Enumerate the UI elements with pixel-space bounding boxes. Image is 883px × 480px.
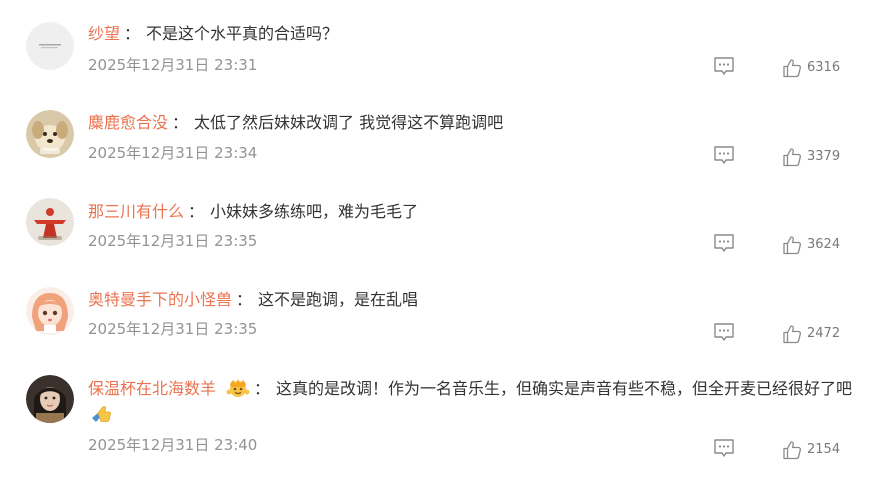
woman-photo-avatar-icon	[26, 375, 74, 423]
like-button[interactable]: 3624	[782, 234, 840, 256]
thumbs-up-icon	[783, 325, 802, 344]
thumbs-up-emoji-icon	[90, 404, 112, 426]
comment-icon	[714, 57, 734, 75]
reply-button[interactable]	[713, 232, 735, 254]
comment-body: 这真的是改调！作为一名音乐生，但确实是声音有些不稳，但全开麦已经很好了吧	[276, 379, 853, 398]
avatar[interactable]	[26, 110, 74, 158]
like-button[interactable]: 6316	[782, 57, 840, 79]
separator: ：	[254, 379, 271, 398]
comment-text-line: 奥特曼手下的小怪兽： 这不是跑调，是在乱唱	[88, 286, 863, 313]
comment-icon	[714, 146, 734, 164]
comment-body: 这不是跑调，是在乱唱	[258, 290, 419, 309]
like-count: 2472	[807, 326, 841, 341]
username-link[interactable]: 纱望	[88, 24, 120, 43]
comment-icon	[714, 234, 734, 252]
red-figure-avatar-icon	[26, 198, 74, 246]
comment-timestamp: 2025年12月31日 23:31	[88, 56, 258, 74]
comment-text-line: 麋鹿愈合没： 太低了然后妹妹改调了 我觉得这不算跑调吧	[88, 109, 863, 136]
username-link[interactable]: 麋鹿愈合没	[88, 113, 168, 132]
dog-avatar-icon	[26, 110, 74, 158]
comment-body: 小妹妹多练练吧，难为毛毛了	[210, 202, 419, 221]
like-count: 2154	[807, 442, 841, 457]
avatar[interactable]	[26, 198, 74, 246]
reply-button[interactable]	[713, 55, 735, 77]
username-link[interactable]: 那三川有什么	[88, 202, 184, 221]
like-button[interactable]: 3379	[782, 146, 840, 168]
username-link[interactable]: 保温杯在北海数羊	[88, 379, 216, 398]
username-link[interactable]: 奥特曼手下的小怪兽	[88, 290, 232, 309]
comment-body: 不是这个水平真的合适吗？	[146, 24, 339, 43]
like-button[interactable]: 2154	[782, 439, 840, 461]
separator: ：	[124, 24, 141, 43]
comment-icon	[714, 439, 734, 457]
comment-text-line: 那三川有什么： 小妹妹多练练吧，难为毛毛了	[88, 198, 863, 225]
thumbs-up-icon	[783, 59, 802, 78]
separator: ：	[236, 290, 253, 309]
separator: ：	[172, 113, 189, 132]
comment-icon	[714, 323, 734, 341]
comment-body: 太低了然后妹妹改调了 我觉得这不算跑调吧	[194, 113, 504, 132]
comment-timestamp: 2025年12月31日 23:40	[88, 436, 258, 454]
avatar[interactable]	[26, 375, 74, 423]
like-count: 3379	[807, 149, 841, 164]
crown-badge-icon	[226, 378, 250, 398]
reply-button[interactable]	[713, 144, 735, 166]
reply-button[interactable]	[713, 321, 735, 343]
like-button[interactable]: 2472	[782, 323, 840, 345]
comment-timestamp: 2025年12月31日 23:35	[88, 320, 258, 338]
comment-timestamp: 2025年12月31日 23:35	[88, 232, 258, 250]
grey-placeholder-avatar-icon	[26, 22, 74, 70]
comment-timestamp: 2025年12月31日 23:34	[88, 144, 258, 162]
avatar[interactable]	[26, 287, 74, 335]
avatar[interactable]	[26, 22, 74, 70]
separator: ：	[188, 202, 205, 221]
comment-text-line: 纱望： 不是这个水平真的合适吗？	[88, 20, 863, 47]
comment-text-line: 保温杯在北海数羊 ： 这真的是改调！作为一名音乐生，但确实是声音有些不稳，但全开麦已…	[88, 375, 863, 429]
thumbs-up-icon	[783, 441, 802, 460]
anime-girl-avatar-icon	[26, 287, 74, 335]
like-count: 3624	[807, 237, 841, 252]
like-count: 6316	[807, 60, 841, 75]
thumbs-up-icon	[783, 148, 802, 167]
reply-button[interactable]	[713, 437, 735, 459]
thumbs-up-icon	[783, 236, 802, 255]
